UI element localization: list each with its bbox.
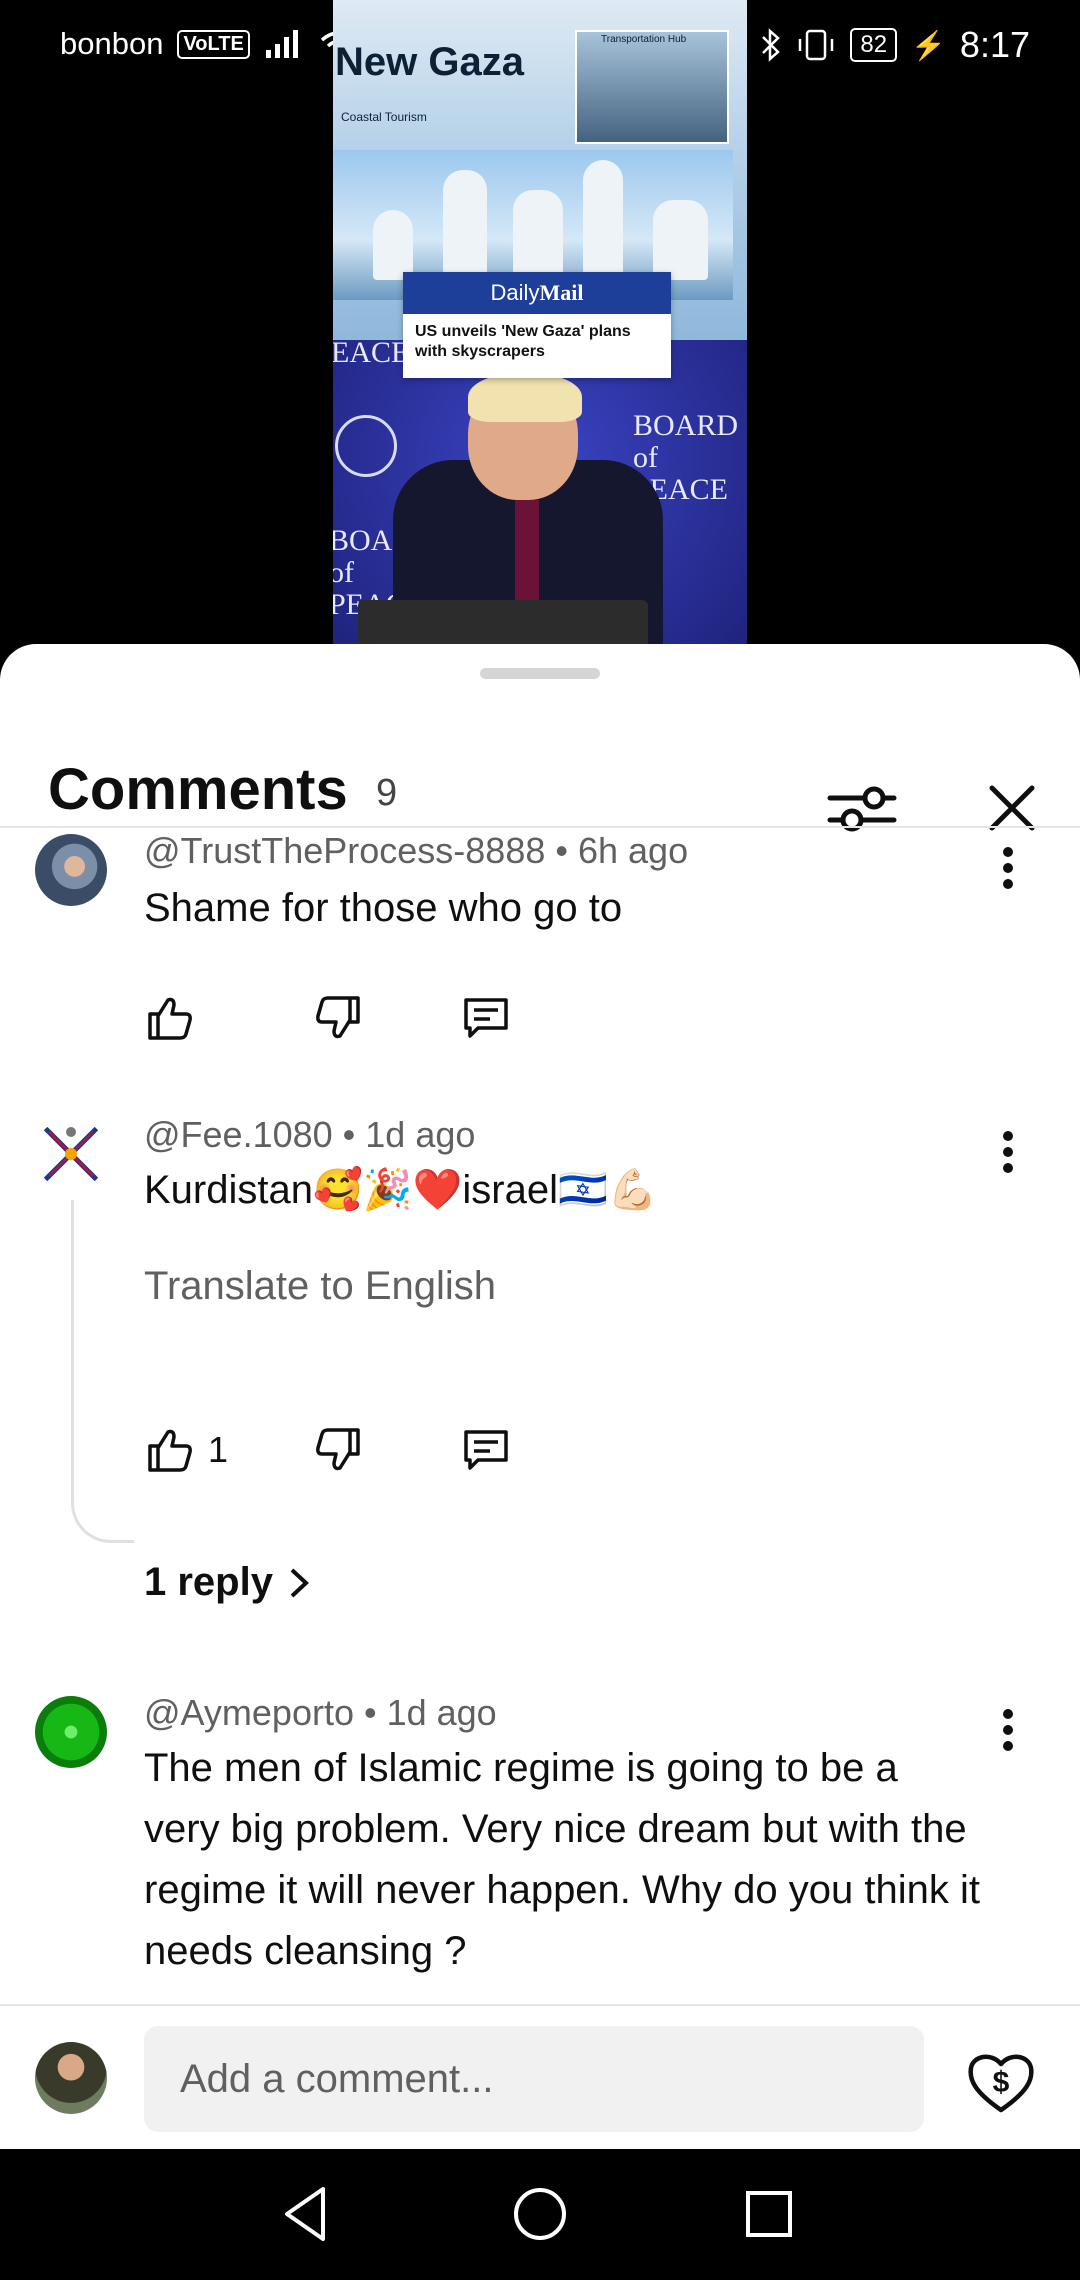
comment-author[interactable]: @TrustTheProcess-8888 — [144, 830, 545, 871]
clock: 8:17 — [959, 24, 1030, 65]
view-replies-button[interactable]: 1 reply — [144, 1560, 311, 1605]
carrier-name: bonbon — [60, 26, 164, 61]
speaker-tie — [515, 500, 539, 610]
comment-more-button[interactable] — [984, 1122, 1032, 1182]
reply-bubble-icon — [464, 998, 508, 1038]
news-card-headline: US unveils 'New Gaza' plans with skyscra… — [415, 323, 631, 360]
vibrate-icon — [799, 29, 834, 61]
video-frame-bottom: EACE BOARD of PEACE BOARD of PEACE — [333, 336, 747, 645]
news-brand-name: Mail — [539, 280, 584, 305]
my-avatar[interactable] — [35, 2042, 107, 2114]
sheet-title: Comments — [48, 757, 348, 822]
comment-more-button[interactable] — [984, 1700, 1032, 1760]
nav-back-button[interactable] — [275, 2181, 341, 2247]
svg-text:$: $ — [993, 2066, 1010, 2099]
podium — [358, 600, 648, 645]
status-right: 82 ⚡ 8:17 — [760, 24, 1030, 66]
reply-bubble-icon — [464, 1430, 508, 1470]
comment-author[interactable]: @Fee.1080 — [144, 1114, 333, 1155]
battery-level: 82 — [850, 28, 898, 62]
comment-text: The men of Islamic regime is going to be… — [144, 1746, 980, 1973]
video-title-overlay: New Gaza — [335, 40, 524, 84]
comment-time: 1d ago — [365, 1114, 476, 1155]
news-brand-prefix: Daily — [490, 280, 540, 305]
comment-meta: @Aymeporto • 1d ago — [144, 1692, 497, 1733]
volte-badge: VoLTE — [177, 29, 250, 59]
signal-icon — [265, 30, 298, 58]
more-vert-icon — [1003, 847, 1013, 889]
news-card: DailyMail US unveils 'New Gaza' plans wi… — [403, 272, 671, 378]
thumb-down-icon — [316, 996, 360, 1039]
nav-recents-button[interactable] — [736, 2181, 802, 2247]
reply-button[interactable] — [460, 988, 512, 1048]
system-nav-bar — [0, 2149, 1080, 2280]
video-label-coastal: Coastal Tourism — [341, 110, 427, 124]
video-label-transport: Transportation Hub — [601, 34, 687, 45]
comments-sheet: Comments 9 @TrustTheProcess-8888 • 6h ag… — [0, 644, 1080, 2149]
super-thanks-button[interactable]: $ — [965, 2048, 1037, 2116]
like-button[interactable] — [144, 988, 208, 1048]
sheet-drag-handle[interactable] — [480, 668, 600, 679]
comment-time: 1d ago — [386, 1692, 497, 1733]
comment-item: @TrustTheProcess-8888 • 6h ago Shame for… — [0, 828, 1080, 1088]
reply-button[interactable] — [460, 1420, 512, 1480]
comment-actions: 1 — [144, 1420, 644, 1480]
video-bg-text-left: EACE — [333, 336, 410, 369]
like-button[interactable]: 1 — [144, 1420, 228, 1480]
dislike-button[interactable] — [312, 1420, 364, 1480]
more-vert-icon — [1003, 1131, 1013, 1173]
sheet-header: Comments 9 — [0, 704, 1080, 832]
comment-more-button[interactable] — [984, 838, 1032, 898]
comment-author[interactable]: @Aymeporto — [144, 1692, 354, 1733]
like-count: 1 — [208, 1429, 229, 1470]
add-comment-bar: Add a comment... $ — [0, 2004, 1080, 2151]
thread-line — [71, 1200, 134, 1543]
comment-item: @Aymeporto • 1d ago The men of Islamic r… — [0, 1692, 1080, 2012]
thumb-up-icon — [148, 1429, 192, 1472]
comment-meta: @TrustTheProcess-8888 • 6h ago — [144, 830, 689, 871]
avatar[interactable] — [35, 1118, 107, 1190]
comment-time: 6h ago — [577, 830, 689, 871]
circle-home-icon — [514, 2188, 566, 2240]
flag-emblem-icon — [41, 1124, 101, 1184]
status-left: bonbon VoLTE — [60, 26, 358, 62]
thumb-down-icon — [316, 1428, 360, 1471]
video-transport-image — [575, 30, 729, 144]
comment-meta: @Fee.1080 • 1d ago — [144, 1114, 476, 1155]
comment-actions — [144, 988, 644, 1048]
thumb-up-icon — [148, 997, 192, 1040]
add-comment-input[interactable]: Add a comment... — [144, 2026, 924, 2132]
chevron-right-icon — [290, 1568, 309, 1597]
comment-item: @Fee.1080 • 1d ago Kurdistan🥰🎉❤️israel🇮🇱… — [0, 1114, 1080, 1694]
bluetooth-icon — [762, 28, 781, 62]
news-card-brand: DailyMail — [403, 272, 671, 314]
replies-count: 1 reply — [144, 1560, 273, 1604]
dislike-button[interactable] — [312, 988, 364, 1048]
speaker-hair — [468, 372, 582, 422]
square-recents-icon — [746, 2191, 792, 2237]
comment-text: Kurdistan🥰🎉❤️israel🇮🇱💪🏻 — [144, 1168, 658, 1212]
more-vert-icon — [1003, 1709, 1013, 1751]
heart-dollar-icon: $ — [968, 2054, 1034, 2113]
avatar[interactable] — [35, 834, 107, 906]
charging-icon: ⚡ — [911, 29, 946, 61]
comment-text: Shame for those who go to — [144, 886, 623, 930]
seal-emblem — [335, 415, 397, 477]
translate-link[interactable]: Translate to English — [144, 1264, 496, 1309]
avatar[interactable] — [35, 1696, 107, 1768]
nav-home-button[interactable] — [507, 2181, 573, 2247]
triangle-back-icon — [285, 2187, 325, 2241]
comment-count: 9 — [376, 772, 398, 814]
video-player[interactable]: New Gaza Coastal Tourism Transportation … — [333, 0, 747, 645]
